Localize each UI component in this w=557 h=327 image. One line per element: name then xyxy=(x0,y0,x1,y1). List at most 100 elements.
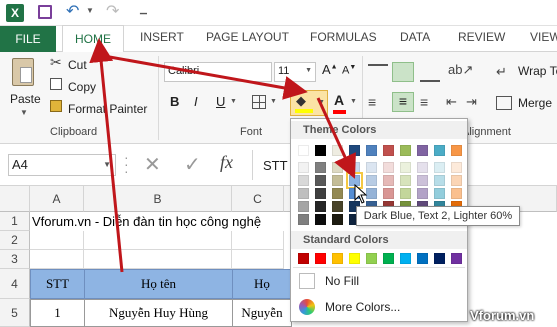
theme-color-swatch[interactable] xyxy=(315,162,326,173)
standard-color-swatch[interactable] xyxy=(400,253,411,264)
cut-icon[interactable]: ✂ xyxy=(50,54,62,71)
cell-c3[interactable] xyxy=(232,250,284,269)
redo-icon[interactable]: ↷ xyxy=(106,1,119,21)
orientation-icon[interactable]: ab↗ xyxy=(448,62,473,78)
theme-color-swatch[interactable] xyxy=(366,162,377,173)
theme-color-swatch[interactable] xyxy=(451,145,462,156)
standard-color-swatch[interactable] xyxy=(298,253,309,264)
row-header-1[interactable]: 1 xyxy=(0,212,30,231)
column-header-c[interactable]: C xyxy=(232,186,284,212)
tab-page-layout[interactable]: PAGE LAYOUT xyxy=(206,30,289,44)
theme-color-swatch[interactable] xyxy=(332,145,343,156)
paste-dropdown-icon[interactable]: ▼ xyxy=(20,108,28,117)
paste-icon[interactable] xyxy=(12,58,34,86)
cancel-icon[interactable]: ✕ xyxy=(144,152,161,177)
theme-color-swatch[interactable] xyxy=(332,201,343,212)
copy-icon[interactable] xyxy=(50,78,62,90)
column-header-a[interactable]: A xyxy=(30,186,84,212)
column-header-b[interactable]: B xyxy=(84,186,232,212)
row-header-2[interactable]: 2 xyxy=(0,231,30,250)
align-middle-icon[interactable] xyxy=(392,62,414,82)
standard-color-swatch[interactable] xyxy=(315,253,326,264)
undo-dropdown-icon[interactable]: ▼ xyxy=(86,6,94,15)
standard-color-swatch[interactable] xyxy=(434,253,445,264)
format-painter-icon[interactable] xyxy=(50,100,62,112)
customize-qat-icon[interactable]: ▁ xyxy=(140,4,147,15)
font-color-dropdown-icon[interactable]: ▼ xyxy=(350,98,357,105)
theme-color-swatch[interactable] xyxy=(451,175,462,186)
undo-icon[interactable]: ↶ xyxy=(66,1,79,21)
theme-color-swatch[interactable] xyxy=(298,214,309,225)
theme-color-swatch[interactable] xyxy=(451,188,462,199)
name-box[interactable]: A4 ▼ xyxy=(8,154,116,176)
cell-b3[interactable] xyxy=(84,250,232,269)
theme-color-swatch[interactable] xyxy=(383,162,394,173)
merge-icon[interactable] xyxy=(496,96,512,110)
theme-color-swatch[interactable] xyxy=(332,188,343,199)
tab-file[interactable]: FILE xyxy=(0,26,56,52)
align-center-icon[interactable]: ≡ xyxy=(392,92,414,112)
theme-color-swatch[interactable] xyxy=(434,188,445,199)
theme-color-swatch[interactable] xyxy=(315,214,326,225)
standard-color-swatch[interactable] xyxy=(366,253,377,264)
align-left-icon[interactable]: ≡ xyxy=(368,94,376,110)
data-cell-ho[interactable]: Nguyễn xyxy=(232,299,292,327)
theme-color-swatch[interactable] xyxy=(400,145,411,156)
fill-color-button[interactable]: ◆ ▼ xyxy=(290,90,328,116)
font-name-select[interactable]: Calibri xyxy=(164,62,272,82)
theme-color-swatch[interactable] xyxy=(400,162,411,173)
font-color-button[interactable]: A xyxy=(333,92,346,114)
theme-color-swatch[interactable] xyxy=(349,162,360,173)
sheet-title-cell[interactable]: Vforum.vn - Diễn đàn tin học công nghệ xyxy=(32,214,261,229)
enter-icon[interactable]: ✓ xyxy=(184,152,201,177)
theme-color-swatch[interactable] xyxy=(315,175,326,186)
tab-insert[interactable]: INSERT xyxy=(140,30,184,44)
standard-color-swatch[interactable] xyxy=(451,253,462,264)
wrap-text-button[interactable]: Wrap Text xyxy=(518,64,557,78)
insert-function-icon[interactable]: fx xyxy=(220,152,233,173)
align-right-icon[interactable]: ≡ xyxy=(420,94,428,110)
cell-b2[interactable] xyxy=(84,231,232,250)
row-header-5[interactable]: 5 xyxy=(0,299,30,327)
row-header-3[interactable]: 3 xyxy=(0,250,30,269)
save-icon[interactable] xyxy=(38,5,52,19)
more-colors-option[interactable]: More Colors... xyxy=(299,299,400,315)
borders-dropdown-icon[interactable]: ▼ xyxy=(270,98,277,105)
theme-color-swatch[interactable] xyxy=(298,162,309,173)
data-cell-ho-ten[interactable]: Nguyễn Huy Hùng xyxy=(84,299,233,327)
underline-button[interactable]: U xyxy=(216,94,225,109)
align-bottom-icon[interactable] xyxy=(420,64,440,82)
standard-color-swatch[interactable] xyxy=(383,253,394,264)
theme-color-swatch[interactable] xyxy=(332,175,343,186)
theme-color-swatch[interactable] xyxy=(417,175,428,186)
italic-button[interactable]: I xyxy=(194,94,198,109)
theme-color-swatch[interactable] xyxy=(417,188,428,199)
theme-color-swatch[interactable] xyxy=(298,201,309,212)
row-header-4[interactable]: 4 xyxy=(0,269,30,299)
theme-color-swatch[interactable] xyxy=(298,175,309,186)
standard-color-swatch[interactable] xyxy=(349,253,360,264)
cell-a3[interactable] xyxy=(30,250,84,269)
theme-color-swatch[interactable] xyxy=(400,175,411,186)
font-size-select[interactable]: 11 ▼ xyxy=(274,62,316,82)
header-cell-ho-ten[interactable]: Họ tên xyxy=(84,269,233,299)
decrease-font-icon[interactable]: A▼ xyxy=(342,64,356,77)
tab-home[interactable]: HOME xyxy=(62,25,124,52)
theme-color-swatch[interactable] xyxy=(417,145,428,156)
header-cell-ho[interactable]: Họ xyxy=(232,269,292,299)
theme-color-swatch[interactable] xyxy=(298,145,309,156)
bold-button[interactable]: B xyxy=(170,94,179,109)
theme-color-swatch[interactable] xyxy=(315,145,326,156)
theme-color-swatch[interactable] xyxy=(417,162,428,173)
cell-c2[interactable] xyxy=(232,231,284,250)
standard-color-swatch[interactable] xyxy=(332,253,343,264)
format-painter-button[interactable]: Format Painter xyxy=(68,102,147,116)
wrap-text-icon[interactable]: ↵ xyxy=(496,64,507,80)
increase-font-icon[interactable]: A▲ xyxy=(322,62,338,77)
merge-button[interactable]: Merge xyxy=(518,96,552,110)
header-cell-stt[interactable]: STT xyxy=(30,269,85,299)
theme-color-swatch[interactable] xyxy=(315,201,326,212)
underline-dropdown-icon[interactable]: ▼ xyxy=(230,98,237,105)
tab-data[interactable]: DATA xyxy=(400,30,430,44)
theme-color-swatch[interactable] xyxy=(332,214,343,225)
